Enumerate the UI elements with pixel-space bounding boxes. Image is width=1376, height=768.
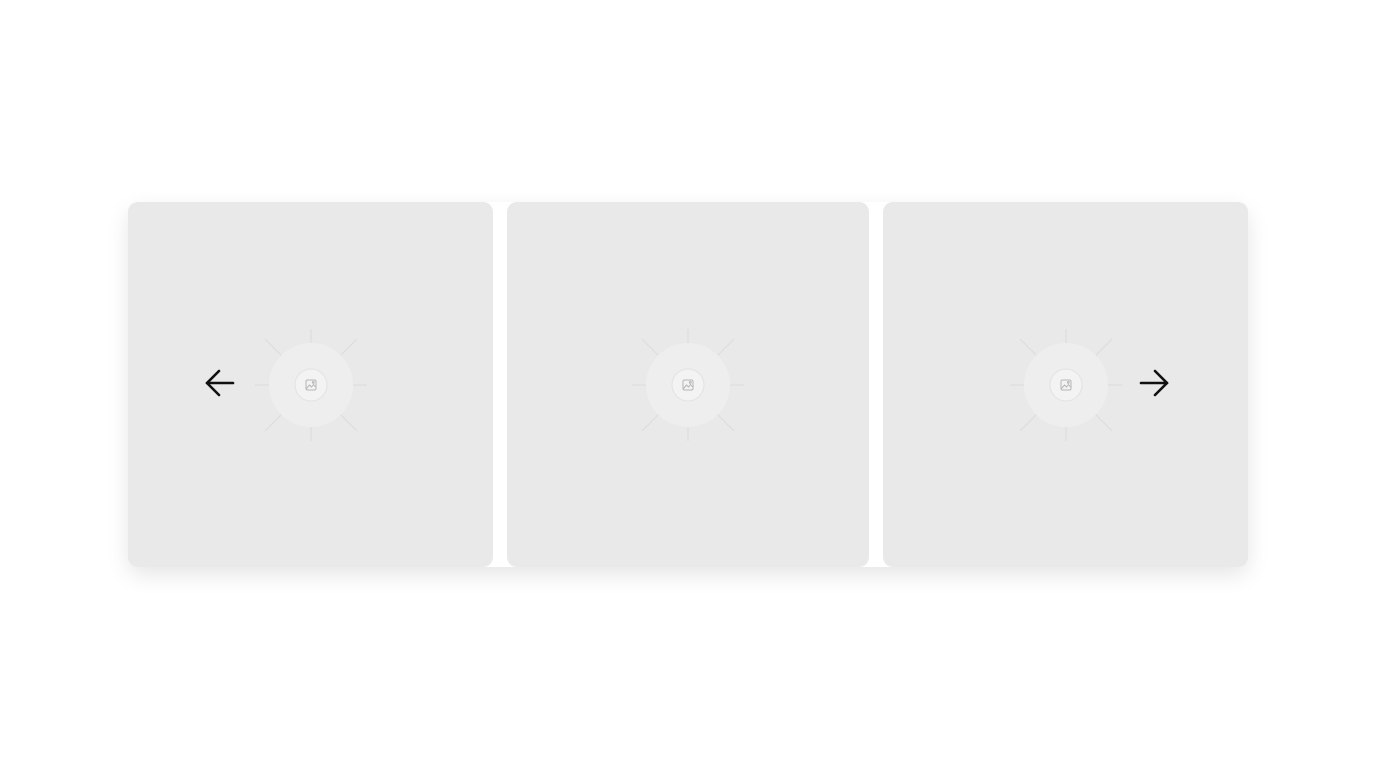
arrow-left-icon [205, 369, 235, 397]
image-placeholder-icon [1006, 325, 1126, 445]
image-carousel [128, 202, 1248, 567]
arrow-right-icon [1139, 369, 1169, 397]
carousel-slide[interactable] [128, 202, 493, 567]
image-placeholder-icon [628, 325, 748, 445]
carousel-slide[interactable] [883, 202, 1248, 567]
carousel-slide[interactable] [507, 202, 869, 567]
carousel-prev-button[interactable] [200, 363, 240, 403]
carousel-next-button[interactable] [1134, 363, 1174, 403]
image-placeholder-icon [251, 325, 371, 445]
